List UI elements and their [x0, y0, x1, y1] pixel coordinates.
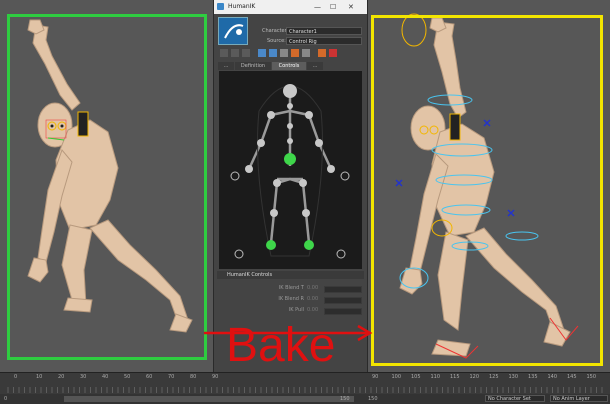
mirror-icon[interactable] — [302, 49, 310, 57]
tick-label: 20 — [58, 374, 65, 380]
control-rig-skeleton[interactable] — [219, 71, 362, 269]
maximize-button[interactable]: ☐ — [330, 0, 336, 14]
tick-label: 80 — [190, 374, 197, 380]
tab-prev[interactable]: ... — [218, 62, 234, 70]
character-dropdown[interactable]: Character1 — [286, 27, 362, 35]
anim-layer-dropdown[interactable]: No Anim Layer — [550, 395, 608, 402]
tick-label: 60 — [146, 374, 153, 380]
ik-blend-t-slider[interactable] — [324, 286, 362, 293]
tick-label: 135 — [528, 374, 538, 380]
tick-label: 140 — [547, 374, 558, 380]
tick-label: 70 — [168, 374, 175, 380]
tick-label: 40 — [102, 374, 109, 380]
body-part-icon[interactable] — [231, 49, 239, 57]
tick-label: 90 — [372, 374, 379, 380]
tick-label: 145 — [567, 374, 577, 380]
window-titlebar[interactable]: HumanIK — ☐ ✕ — [214, 0, 367, 14]
tick-label: 90 — [212, 374, 219, 380]
viewport-left[interactable] — [0, 0, 213, 372]
humanik-logo-icon — [218, 17, 248, 45]
tick-label: 130 — [508, 374, 519, 380]
character-label: Character: — [262, 28, 289, 34]
timeline-ticks — [7, 387, 603, 393]
app-icon — [217, 3, 224, 10]
tick-label: 150 — [586, 374, 597, 380]
ik-blend-r-label: IK Blend R — [278, 296, 304, 302]
character-set-dropdown[interactable]: No Character Set — [485, 395, 545, 402]
tab-controls[interactable]: Controls — [272, 62, 306, 70]
tick-label: 50 — [124, 374, 131, 380]
release-icon[interactable] — [291, 49, 299, 57]
ik-blend-r-value[interactable]: 0.00 — [307, 296, 318, 302]
ik-pull-label: IK Pull — [288, 307, 304, 313]
close-button[interactable]: ✕ — [348, 0, 354, 14]
window-title: HumanIK — [228, 3, 256, 10]
range-slider[interactable]: 0 150 150 No Character Set No Anim Layer — [0, 394, 610, 404]
fk-icon[interactable] — [258, 49, 266, 57]
source-label: Source: — [267, 38, 286, 44]
hik-toolbar — [218, 47, 362, 59]
tick-label: 0 — [14, 374, 18, 380]
range-start[interactable]: 0 — [4, 396, 7, 402]
ik-pull-value[interactable]: 0.00 — [307, 307, 318, 313]
bake-label: Bake — [226, 319, 336, 372]
key-icon[interactable] — [318, 49, 326, 57]
full-body-icon[interactable] — [220, 49, 228, 57]
green-selection-frame — [7, 14, 207, 360]
humanik-controls-header[interactable]: HumanIK Controls — [217, 271, 364, 279]
tick-label: 120 — [469, 374, 480, 380]
yellow-selection-frame — [371, 15, 603, 366]
source-dropdown[interactable]: Control Rig — [286, 37, 362, 45]
pose-icon[interactable] — [280, 49, 288, 57]
time-slider[interactable]: 0 10 20 30 40 50 60 70 80 90 90 100 105 110 115 120 125 1… — [0, 372, 610, 395]
tick-label: 100 — [391, 374, 402, 380]
tick-label: 125 — [489, 374, 499, 380]
range-end[interactable]: 150 — [340, 396, 350, 402]
current-frame[interactable]: 150 — [368, 396, 378, 402]
tab-next[interactable]: ... — [307, 62, 323, 70]
tick-label: 105 — [411, 374, 421, 380]
tick-label: 110 — [430, 374, 441, 380]
range-bar[interactable] — [64, 396, 354, 402]
tick-label: 10 — [36, 374, 43, 380]
figure-icon[interactable] — [329, 49, 337, 57]
tab-definition[interactable]: Definition — [235, 62, 271, 70]
viewport-right[interactable] — [366, 0, 610, 372]
ik-blend-r-slider[interactable] — [324, 297, 362, 304]
ik-icon[interactable] — [269, 49, 277, 57]
pin-icon[interactable] — [242, 49, 250, 57]
tick-label: 115 — [450, 374, 460, 380]
minimize-button[interactable]: — — [314, 0, 321, 14]
ik-blend-t-value[interactable]: 0.00 — [307, 285, 318, 291]
ik-pull-slider[interactable] — [324, 308, 362, 315]
tick-label: 30 — [80, 374, 87, 380]
ik-blend-t-label: IK Blend T — [278, 285, 304, 291]
